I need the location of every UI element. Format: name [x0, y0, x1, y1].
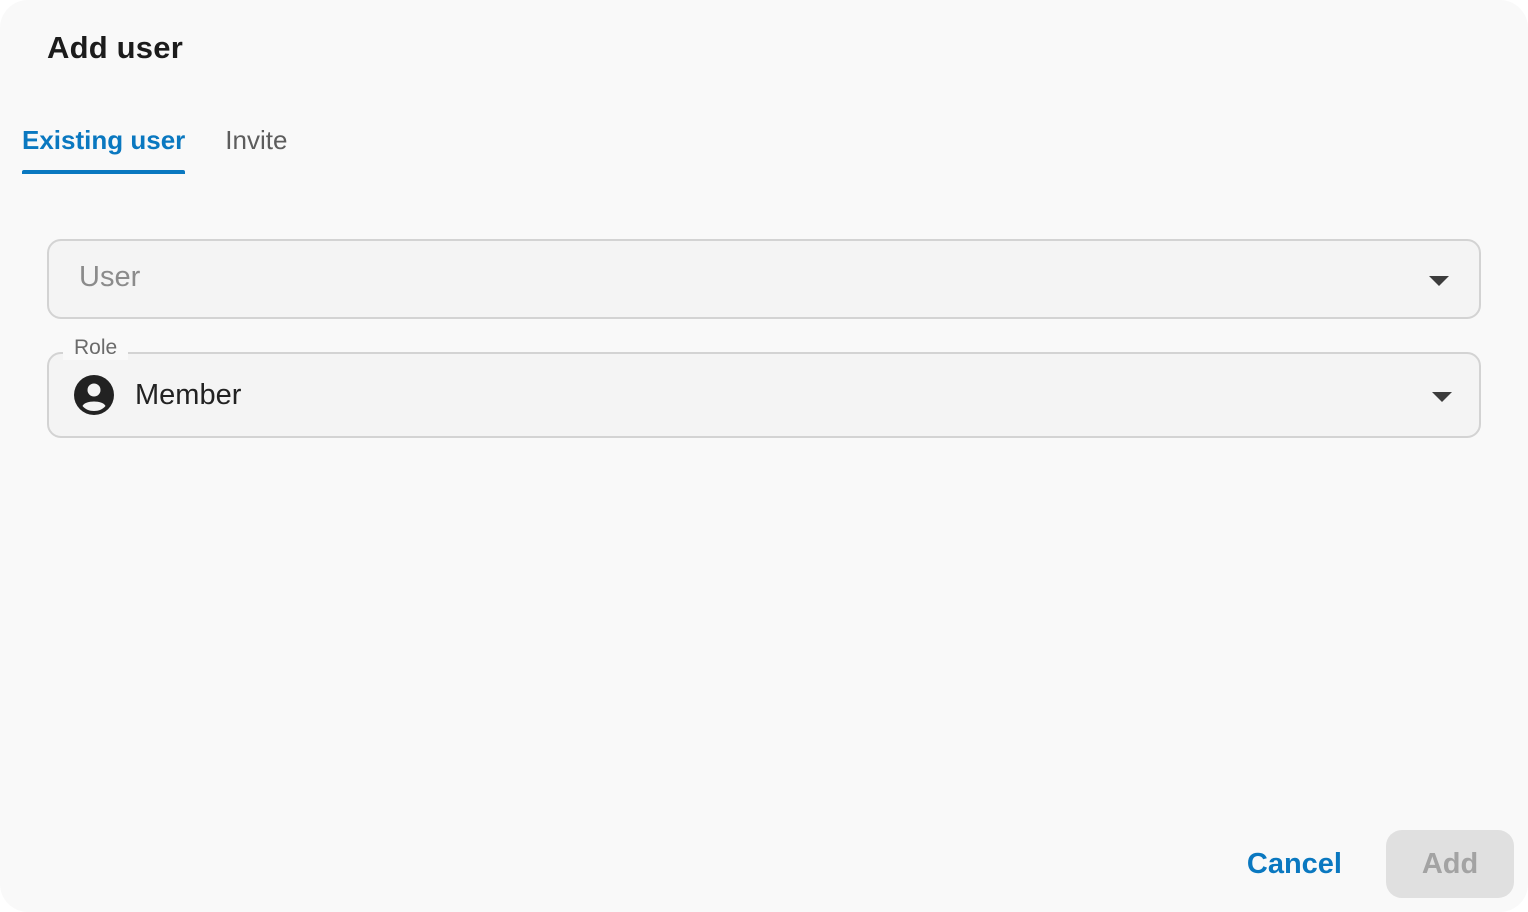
account-circle-icon: [74, 375, 114, 415]
chevron-down-icon: [1429, 276, 1449, 286]
chevron-down-icon: [1432, 392, 1452, 402]
tab-existing-user-label: Existing user: [22, 125, 186, 155]
role-select-value: Member: [135, 379, 242, 411]
active-tab-indicator: [22, 170, 186, 174]
add-user-dialog: Add user Existing user Invite User Membe…: [0, 0, 1528, 912]
cancel-button[interactable]: Cancel: [1225, 830, 1364, 898]
tab-invite[interactable]: Invite: [225, 118, 287, 174]
user-select[interactable]: User: [47, 239, 1481, 319]
tab-existing-user[interactable]: Existing user: [22, 118, 186, 174]
add-button[interactable]: Add: [1386, 830, 1514, 898]
tab-invite-label: Invite: [225, 125, 288, 155]
user-select-placeholder: User: [79, 261, 141, 293]
role-field-label: Role: [63, 336, 129, 360]
dialog-actions: Cancel Add: [1225, 830, 1514, 898]
dialog-title: Add user: [47, 30, 183, 65]
tab-bar: Existing user Invite: [22, 118, 287, 176]
role-select[interactable]: Member: [47, 352, 1481, 438]
